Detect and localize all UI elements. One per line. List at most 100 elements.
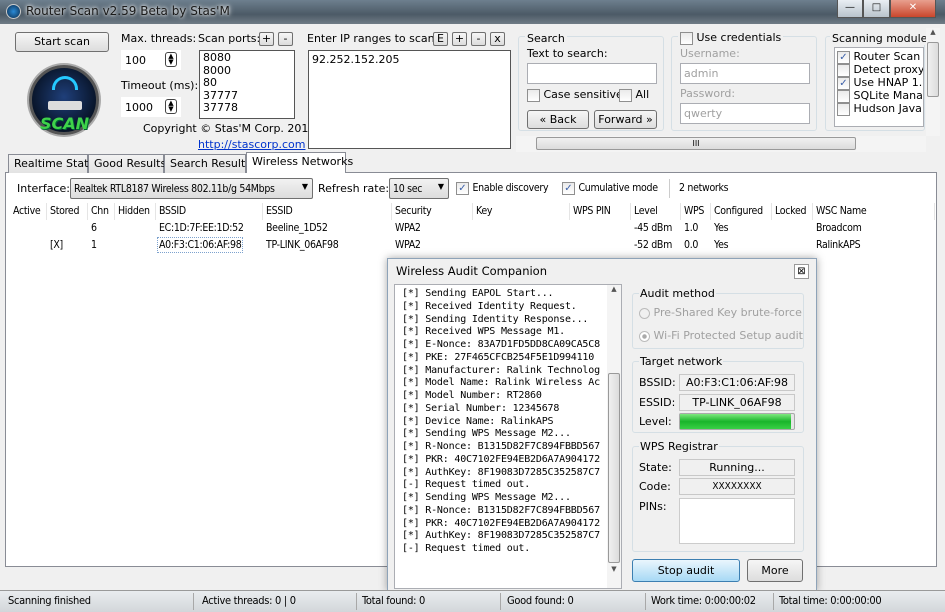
timeout-spinner[interactable]: ▲ ▼: [165, 99, 177, 114]
module-item[interactable]: Detect proxy s: [837, 63, 923, 77]
module-label: Router Scan (m: [853, 50, 924, 63]
horizontal-scrollbar[interactable]: III: [516, 136, 926, 152]
tab-search-results[interactable]: Search Results: [164, 154, 251, 173]
table-row[interactable]: 6 EC:1D:7F:EE:1D:52 Beeline_1D52 WPA2 -45 dB…: [10, 220, 935, 237]
add-range-button[interactable]: +: [452, 32, 467, 46]
back-button[interactable]: « Back: [527, 110, 589, 129]
column-header-configured[interactable]: Configured: [711, 203, 772, 220]
log-line: [*] PKE: 27F465CFCB254F5E1D994110: [402, 351, 595, 363]
interface-dropdown[interactable]: Realtek RTL8187 Wireless 802.11b/g 54Mbp…: [70, 178, 313, 199]
column-header-bssid[interactable]: BSSID: [156, 203, 263, 220]
column-header-wps[interactable]: WPS: [681, 203, 711, 220]
username-label: Username:: [680, 47, 740, 60]
add-port-button[interactable]: +: [259, 32, 274, 46]
table-row[interactable]: [X] 1 A0:F3:C1:06:AF:98 TP-LINK_06AF98 WPA2 -…: [10, 237, 935, 254]
wifi-icon: [52, 76, 78, 90]
cumulative-mode-box[interactable]: ✓: [562, 181, 575, 195]
column-header-wsc-name[interactable]: WSC Name: [813, 203, 935, 220]
log-scrollbar[interactable]: ▲ ▼: [607, 285, 621, 588]
ports-list[interactable]: 8080 8000 80 37777 37778: [199, 50, 295, 119]
scroll-thumb[interactable]: III: [536, 137, 856, 150]
level-bar: [679, 413, 795, 430]
stop-audit-button[interactable]: Stop audit: [632, 559, 740, 582]
edit-ranges-button[interactable]: E: [433, 32, 448, 46]
enable-discovery-box[interactable]: ✓: [456, 181, 469, 195]
enable-discovery-checkbox[interactable]: ✓ Enable discovery: [456, 181, 549, 195]
cell-wsc-name: Broadcom: [816, 222, 862, 234]
case-sensitive-box[interactable]: [527, 88, 540, 102]
maximize-button[interactable]: □: [863, 0, 890, 18]
remove-port-button[interactable]: -: [278, 32, 293, 46]
total-found: Total found: 0: [362, 594, 425, 607]
module-checkbox[interactable]: ✓: [837, 50, 850, 64]
port-item[interactable]: 37778: [203, 101, 291, 115]
vertical-scrollbar[interactable]: ▲: [926, 28, 940, 136]
forward-button[interactable]: Forward »: [594, 110, 657, 129]
refresh-rate-dropdown[interactable]: 10 sec ▼: [389, 178, 449, 199]
column-header-stored[interactable]: Stored: [47, 203, 88, 220]
use-credentials-checkbox[interactable]: Use credentials: [678, 31, 784, 45]
wps-radio[interactable]: Wi-Fi Protected Setup audit: [639, 329, 803, 342]
module-item[interactable]: Hudson Java S: [837, 102, 923, 116]
ip-ranges-input[interactable]: 92.252.152.205: [308, 50, 511, 149]
all-box[interactable]: [619, 88, 632, 102]
case-sensitive-checkbox[interactable]: Case sensitive: [527, 88, 623, 102]
state-label: State:: [639, 461, 672, 474]
module-checkbox[interactable]: [837, 63, 850, 77]
credentials-group: Use credentials Username: admin Password…: [671, 31, 817, 131]
chevron-down-icon: ▼: [437, 182, 444, 191]
cumulative-mode-checkbox[interactable]: ✓ Cumulative mode: [562, 181, 658, 195]
scan-ports-label: Scan ports:: [198, 32, 261, 45]
username-input[interactable]: admin: [680, 63, 810, 84]
module-item[interactable]: ✓ Use HNAP 1.0: [837, 76, 923, 90]
use-credentials-box[interactable]: [680, 31, 693, 45]
psk-label: Pre-Shared Key brute-force: [653, 306, 802, 319]
column-header-key[interactable]: Key: [473, 203, 570, 220]
module-checkbox[interactable]: [837, 102, 850, 116]
radio-icon[interactable]: [639, 307, 650, 319]
start-scan-button[interactable]: Start scan: [15, 32, 109, 52]
remove-range-button[interactable]: -: [471, 32, 486, 46]
column-header-essid[interactable]: ESSID: [263, 203, 392, 220]
max-threads-spinner[interactable]: ▲ ▼: [165, 52, 177, 67]
modules-list[interactable]: ✓ Router Scan (m Detect proxy s✓ Use HNA…: [834, 47, 924, 127]
bssid-label: BSSID:: [639, 376, 676, 389]
logo-text: SCAN: [40, 114, 90, 133]
column-header-active[interactable]: Active: [10, 203, 47, 220]
dialog-close-button[interactable]: ⊠: [794, 264, 809, 279]
port-item[interactable]: 80: [203, 76, 291, 90]
more-button[interactable]: More: [747, 559, 803, 582]
column-header-locked[interactable]: Locked: [772, 203, 813, 220]
column-header-hidden[interactable]: Hidden: [115, 203, 156, 220]
module-checkbox[interactable]: [837, 89, 850, 103]
search-input[interactable]: [527, 63, 657, 84]
tab-realtime-stats[interactable]: Realtime Stats: [8, 154, 94, 173]
module-checkbox[interactable]: ✓: [837, 76, 850, 90]
clear-ranges-button[interactable]: x: [490, 32, 505, 46]
password-input[interactable]: qwerty: [680, 103, 810, 124]
port-item[interactable]: 8080: [203, 51, 291, 65]
ip-ranges-label: Enter IP ranges to scan:: [307, 32, 439, 45]
tab-wireless-networks[interactable]: Wireless Networks: [246, 152, 353, 173]
module-item[interactable]: SQLite Manage: [837, 89, 923, 103]
module-item[interactable]: ✓ Router Scan (m: [837, 50, 923, 64]
radio-selected-icon[interactable]: [639, 330, 650, 342]
minimize-button[interactable]: —: [837, 0, 863, 18]
code-value: XXXXXXXX: [679, 478, 795, 495]
cell-bssid: EC:1D:7F:EE:1D:52: [159, 222, 244, 234]
pins-list[interactable]: [679, 498, 795, 544]
stascorp-link[interactable]: http://stascorp.com: [198, 138, 306, 151]
column-header-chn[interactable]: Chn: [88, 203, 115, 220]
network-count: 2 networks: [679, 182, 729, 194]
all-checkbox[interactable]: All: [619, 88, 649, 102]
interface-label: Interface:: [17, 182, 70, 195]
close-button[interactable]: ✕: [890, 0, 936, 18]
column-header-level[interactable]: Level: [631, 203, 681, 220]
tab-good-results[interactable]: Good Results: [88, 154, 166, 173]
column-header-wps-pin[interactable]: WPS PIN: [570, 203, 631, 220]
audit-method-group: Audit method Pre-Shared Key brute-force …: [632, 287, 804, 349]
dialog-title: Wireless Audit Companion: [396, 264, 548, 278]
cell-essid: TP-LINK_06AF98: [266, 239, 339, 251]
psk-radio[interactable]: Pre-Shared Key brute-force: [639, 306, 802, 319]
column-header-security[interactable]: Security: [392, 203, 473, 220]
